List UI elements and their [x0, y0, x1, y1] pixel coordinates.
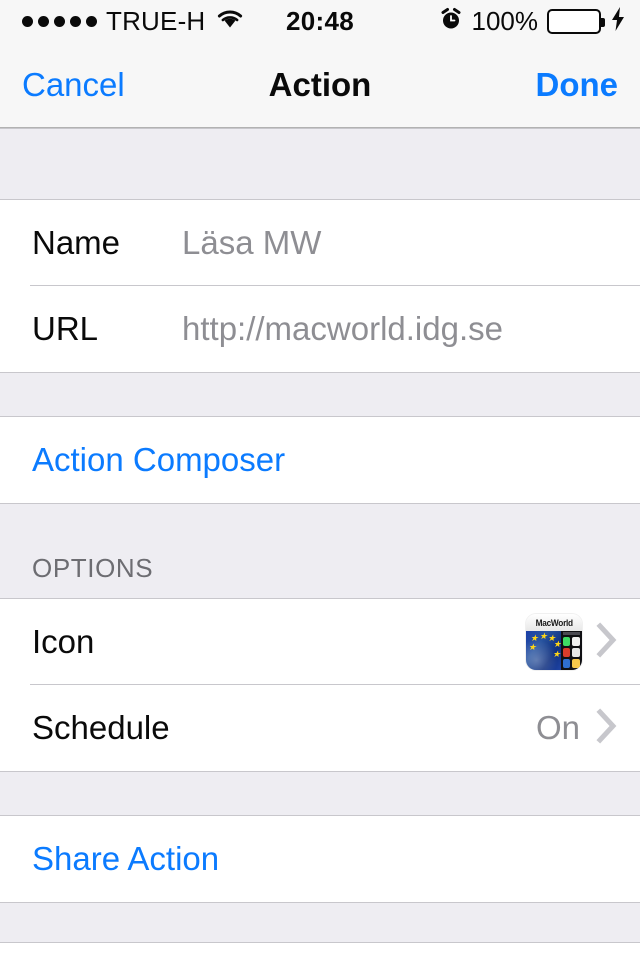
- lightning-bolt-icon: [610, 6, 626, 37]
- app-icon-caption-band: MacWorld: [526, 614, 582, 631]
- url-field-row[interactable]: URL http://macworld.idg.se: [0, 286, 640, 372]
- app-icon-caption: MacWorld: [535, 617, 573, 628]
- status-bar-right: 100%: [439, 0, 627, 42]
- macworld-app-icon: MacWorld ★ ★ ★ ★ ★ ★: [526, 614, 582, 670]
- chevron-right-icon: [596, 707, 618, 749]
- section-gap-bottom: [0, 902, 640, 943]
- action-composer-row[interactable]: Action Composer: [0, 417, 640, 503]
- section-gap-top: [0, 128, 640, 200]
- share-action-label[interactable]: Share Action: [32, 840, 219, 878]
- name-field-row[interactable]: Name Läsa MW: [0, 200, 640, 286]
- icon-row[interactable]: Icon MacWorld ★ ★ ★ ★ ★ ★: [0, 599, 640, 685]
- url-field-value[interactable]: http://macworld.idg.se: [182, 310, 503, 348]
- section-gap-share: [0, 771, 640, 816]
- eu-flag-graphic: ★ ★ ★ ★ ★ ★: [526, 631, 561, 670]
- section-gap-composer: [0, 372, 640, 417]
- schedule-row[interactable]: Schedule On: [0, 685, 640, 771]
- battery-icon: [547, 8, 605, 34]
- iphone-screen-graphic: [560, 631, 582, 670]
- status-bar: TRUE-H 20:48 100%: [0, 0, 640, 42]
- name-field-label: Name: [32, 224, 121, 261]
- app-icon-artwork: ★ ★ ★ ★ ★ ★: [526, 631, 582, 670]
- icon-row-label: Icon: [32, 623, 95, 660]
- options-section-header-area: OPTIONS: [0, 503, 640, 599]
- action-composer-label[interactable]: Action Composer: [32, 441, 285, 479]
- alarm-clock-icon: [439, 7, 463, 36]
- battery-percent-label: 100%: [471, 5, 539, 36]
- schedule-row-value: On: [535, 709, 580, 746]
- navigation-bar: Cancel Action Done: [0, 42, 640, 128]
- clock-label: 20:48: [286, 5, 354, 36]
- share-action-row[interactable]: Share Action: [0, 816, 640, 902]
- bottom-fill: [0, 943, 640, 960]
- url-field-label: URL: [32, 310, 99, 347]
- options-section-header: OPTIONS: [32, 553, 154, 583]
- done-button[interactable]: Done: [536, 42, 619, 127]
- chevron-right-icon: [596, 621, 618, 663]
- schedule-row-label: Schedule: [32, 709, 170, 746]
- name-field-value[interactable]: Läsa MW: [182, 224, 321, 262]
